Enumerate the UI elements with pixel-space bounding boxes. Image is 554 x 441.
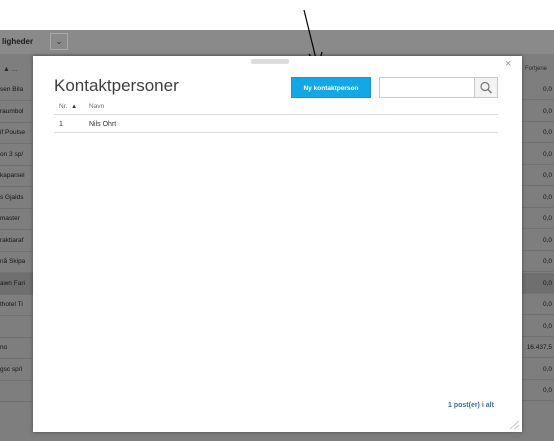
modal-drag-handle[interactable] [251, 59, 289, 64]
column-header-nr-label: Nr. [59, 103, 68, 110]
row-name[interactable]: Nils Ohrt [89, 121, 116, 128]
background-row-left: kaparsel [0, 165, 33, 187]
background-row-left [0, 316, 33, 338]
search-input[interactable] [379, 77, 475, 98]
background-row-left: sen Bila [0, 79, 33, 101]
close-icon[interactable]: × [505, 58, 511, 70]
background-row-left: master [0, 208, 33, 230]
column-header-nr[interactable]: Nr. ▲ [59, 103, 77, 110]
background-row-left: raktiaraf [0, 230, 33, 252]
search-icon [480, 81, 492, 94]
resize-handle-icon[interactable] [508, 420, 520, 430]
background-row-left [0, 380, 33, 402]
header-divider [54, 114, 498, 115]
contacts-modal: × Kontaktpersoner Ny kontaktperson Nr. ▲… [33, 56, 522, 432]
record-count: 1 post(er) i alt [448, 402, 494, 409]
background-row-left: gsc sp/l [0, 359, 33, 381]
row-divider [54, 132, 498, 133]
background-row-left: no [0, 337, 33, 359]
background-row-left: awn Fari [0, 273, 33, 295]
column-header-name[interactable]: Navn [89, 103, 104, 110]
new-contact-button[interactable]: Ny kontaktperson [291, 77, 371, 98]
background-row-left: thotel Ti [0, 294, 33, 316]
background-row-left: raumbol [0, 101, 33, 123]
row-nr: 1 [59, 121, 63, 128]
background-row-left: s Gjalds [0, 187, 33, 209]
modal-title: Kontaktpersoner [54, 76, 179, 95]
background-row-left: if Poulse [0, 122, 33, 144]
background-row-left: nå Skipa [0, 251, 33, 273]
search-button[interactable] [474, 77, 498, 98]
sort-asc-icon: ▲ [71, 104, 78, 110]
background-row-left: on 3 sp/ [0, 144, 33, 166]
